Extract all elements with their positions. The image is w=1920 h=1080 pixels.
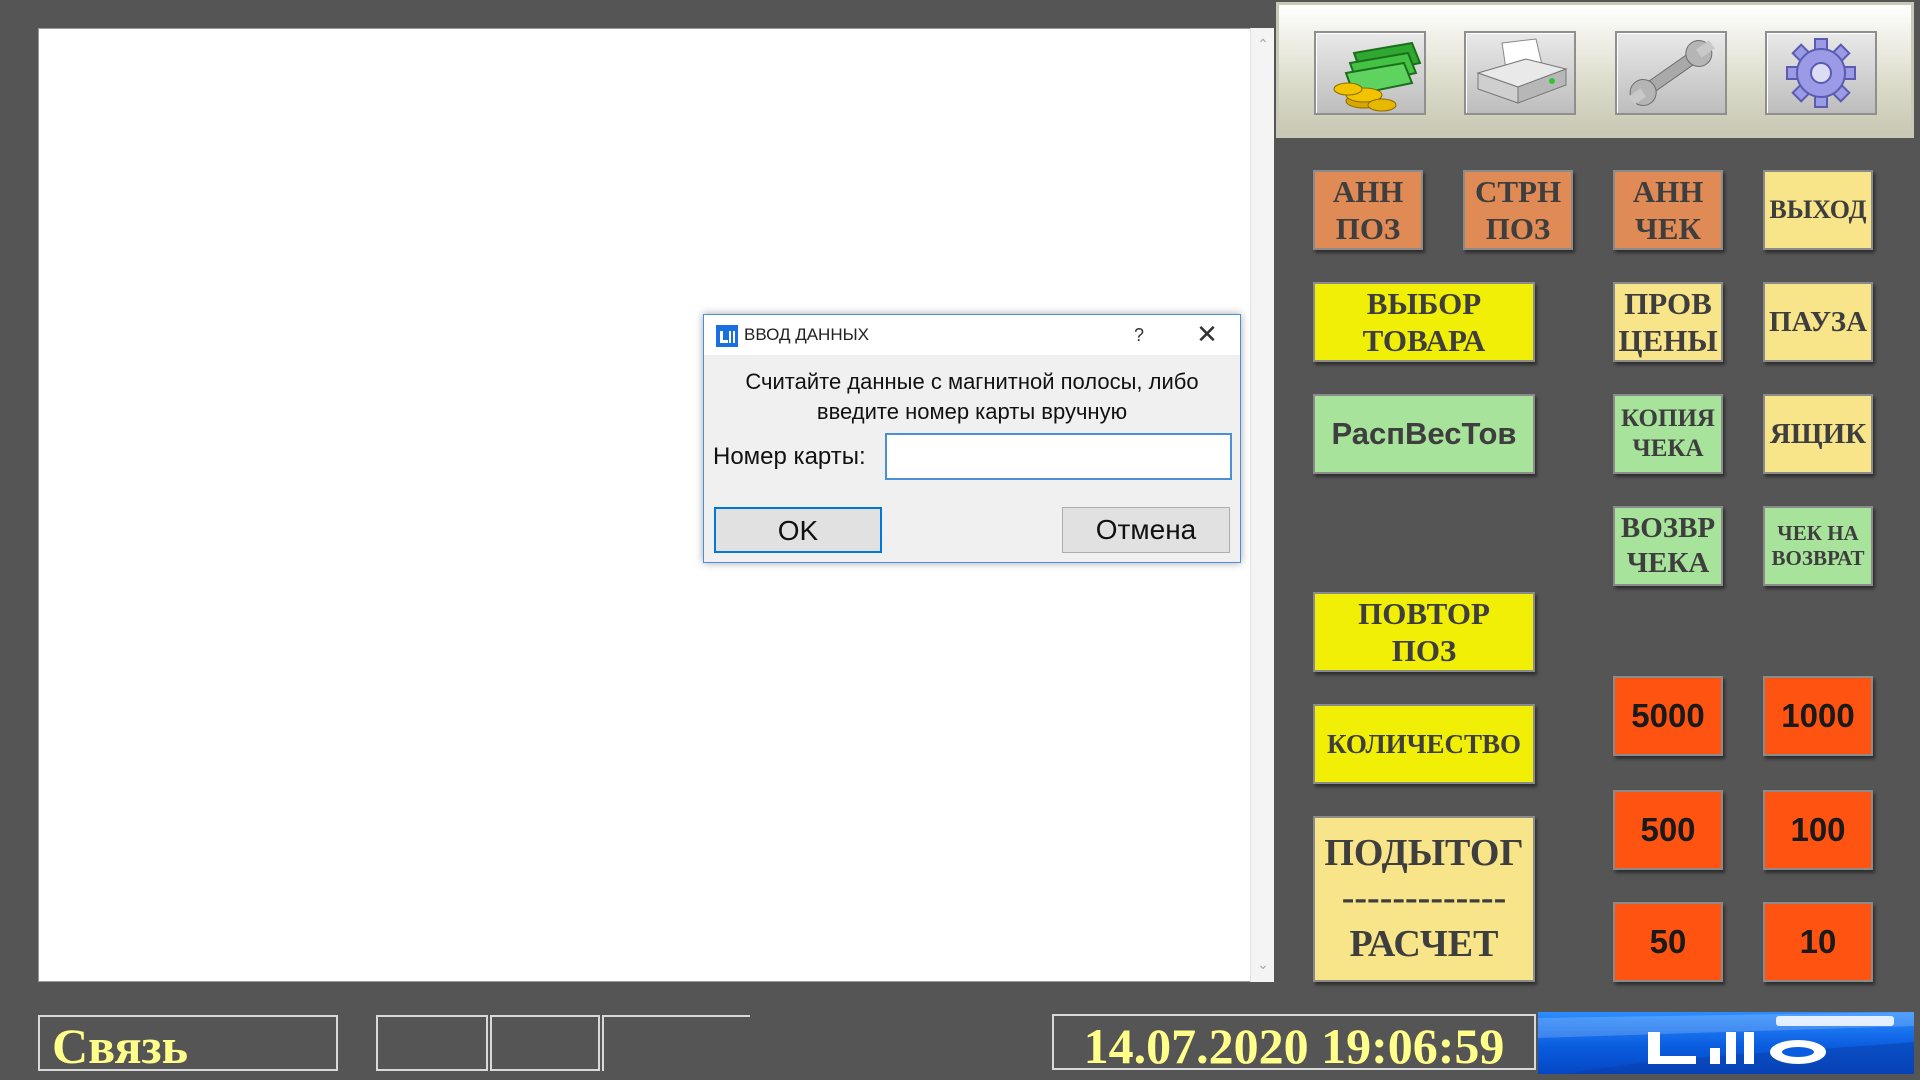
settings-button[interactable] xyxy=(1765,31,1877,115)
quantity-button[interactable]: КОЛИЧЕСТВО xyxy=(1313,704,1535,784)
status-cell-1 xyxy=(376,1015,488,1071)
annul-receipt-button[interactable]: АНН ЧЕК xyxy=(1613,170,1723,250)
dialog-titlebar[interactable]: ВВОД ДАННЫХ ? ✕ xyxy=(704,315,1240,355)
dialog-message-line1: Считайте данные с магнитной полосы, либо xyxy=(745,369,1199,394)
close-icon[interactable]: ✕ xyxy=(1184,315,1230,355)
service-button[interactable] xyxy=(1615,31,1727,115)
return-receipt-button[interactable]: ВОЗВР ЧЕКА xyxy=(1613,506,1723,586)
repeat-position-button[interactable]: ПОВТОР ПОЗ xyxy=(1313,592,1535,672)
printer-button[interactable] xyxy=(1464,31,1576,115)
scroll-down-arrow-icon[interactable]: ⌄ xyxy=(1251,952,1275,976)
subtotal-payment-button[interactable]: ПОДЫТОГ ------------- РАСЧЕТ xyxy=(1313,816,1535,982)
check-price-button[interactable]: ПРОВ ЦЕНЫ xyxy=(1613,282,1723,362)
dialog-title: ВВОД ДАННЫХ xyxy=(744,325,869,344)
status-cell-3 xyxy=(602,1015,750,1071)
weighed-goods-button[interactable]: РаспВесТов xyxy=(1313,394,1535,474)
cash-100-button[interactable]: 100 xyxy=(1763,790,1873,870)
cash-10-button[interactable]: 10 xyxy=(1763,902,1873,982)
lillo-logo xyxy=(1538,1012,1914,1074)
dialog-message: Считайте данные с магнитной полосы, либо… xyxy=(710,367,1234,427)
datetime-display: 14.07.2020 19:06:59 xyxy=(1052,1014,1536,1070)
cash-500-button[interactable]: 500 xyxy=(1613,790,1723,870)
data-entry-dialog: ВВОД ДАННЫХ ? ✕ Считайте данные с магнит… xyxy=(703,314,1241,563)
money-button[interactable] xyxy=(1314,31,1426,115)
cash-1000-button[interactable]: 1000 xyxy=(1763,676,1873,756)
icon-toolbar xyxy=(1276,2,1914,138)
help-icon[interactable]: ? xyxy=(1124,315,1154,355)
gear-icon xyxy=(1786,38,1856,108)
vertical-scrollbar[interactable]: ⌃ ⌄ xyxy=(1250,28,1274,982)
ok-button[interactable]: OK xyxy=(714,507,882,553)
cash-50-button[interactable]: 50 xyxy=(1613,902,1723,982)
printer-icon xyxy=(1476,38,1568,104)
app-logo-icon xyxy=(716,325,738,347)
annul-position-button[interactable]: АНН ПОЗ xyxy=(1313,170,1423,250)
card-number-input[interactable] xyxy=(885,433,1232,480)
cash-drawer-button[interactable]: ЯЩИК xyxy=(1763,394,1873,474)
receipt-for-return-button[interactable]: ЧЕК НА ВОЗВРАТ xyxy=(1763,506,1873,586)
dialog-message-line2: введите номер карты вручную xyxy=(816,399,1128,424)
wrench-icon xyxy=(1628,39,1715,107)
select-product-button[interactable]: ВЫБОР ТОВАРА xyxy=(1313,282,1535,362)
cancel-button[interactable]: Отмена xyxy=(1062,507,1230,553)
card-number-label: Номер карты: xyxy=(713,443,866,470)
cancel-position-button[interactable]: СТРН ПОЗ xyxy=(1463,170,1573,250)
connection-status: Связь xyxy=(38,1015,338,1071)
cash-5000-button[interactable]: 5000 xyxy=(1613,676,1723,756)
status-cell-2 xyxy=(490,1015,600,1071)
pause-button[interactable]: ПАУЗА xyxy=(1763,282,1873,362)
lillo-logo-icon xyxy=(1538,1012,1914,1074)
scroll-up-arrow-icon[interactable]: ⌃ xyxy=(1251,32,1275,56)
exit-button[interactable]: ВЫХОД xyxy=(1763,170,1873,250)
receipt-copy-button[interactable]: КОПИЯ ЧЕКА xyxy=(1613,394,1723,474)
money-icon xyxy=(1333,41,1422,112)
